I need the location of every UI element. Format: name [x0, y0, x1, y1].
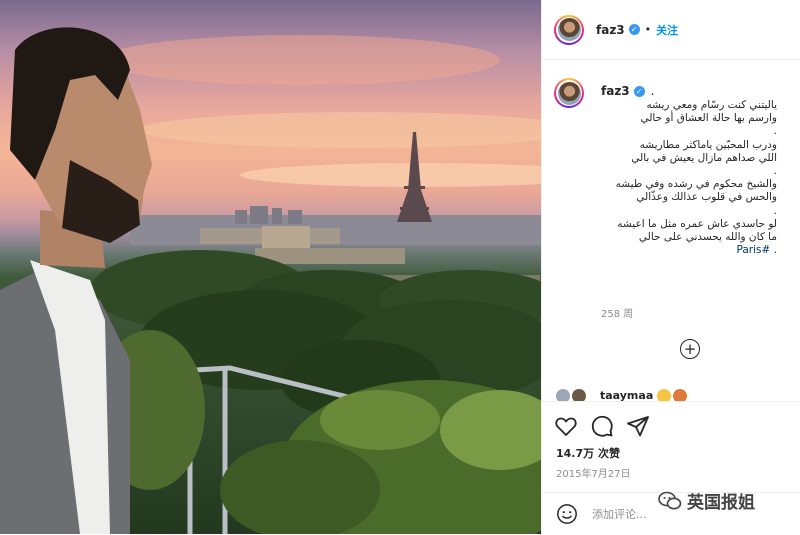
username-link[interactable]: faz3	[596, 23, 625, 37]
caption-text: ياليتني كنت رسّام ومعي ريشه وارسم بها حا…	[587, 99, 777, 257]
wechat-icon	[658, 491, 682, 509]
post-photo[interactable]	[0, 0, 541, 534]
liker-name[interactable]: taaymaa	[600, 389, 653, 401]
caption-body: ياليتني كنت رسّام ومعي ريشه وارسم بها حا…	[615, 99, 777, 257]
liker-preview: taaymaa	[556, 389, 689, 401]
heart-icon[interactable]	[554, 414, 578, 438]
follow-button[interactable]: 关注	[656, 22, 678, 38]
verified-badge-icon: ✓	[628, 24, 640, 35]
post-time-ago: 258 周	[601, 309, 634, 320]
post-side-panel: faz3 ✓ • 关注 faz3 ✓ . ياليتني كنت رسّام و…	[541, 0, 800, 534]
caption-avatar[interactable]	[554, 78, 584, 108]
comment-bar: 英国报姐	[542, 491, 800, 535]
paper-plane-icon[interactable]	[626, 414, 650, 438]
liker-avatar	[556, 389, 570, 401]
paris-sunset-scene	[0, 27, 541, 534]
like-count[interactable]: 14.7万 次赞	[556, 445, 620, 461]
liker-emoji	[673, 389, 688, 401]
verified-badge-icon: ✓	[633, 85, 645, 97]
hashtag-link[interactable]: #Paris	[737, 244, 771, 256]
post-header: faz3 ✓ • 关注	[542, 0, 800, 60]
liker-avatar	[572, 389, 586, 401]
post-date: 2015年7月27日	[556, 469, 631, 480]
watermark: 英国报姐	[658, 488, 755, 513]
watermark-text: 英国报姐	[687, 493, 755, 513]
liker-emoji	[657, 389, 672, 401]
action-bar: 14.7万 次赞 2015年7月27日 英国报姐	[542, 401, 800, 535]
comment-icon[interactable]	[590, 414, 614, 438]
emoji-icon[interactable]	[556, 503, 578, 525]
caption-trail: .	[650, 84, 655, 98]
avatar[interactable]	[554, 14, 584, 45]
caption-block: faz3 ✓ . ياليتني كنت رسّام ومعي ريشه وار…	[542, 72, 800, 322]
plus-circle-icon[interactable]: +	[680, 339, 700, 359]
separator-dot: •	[644, 23, 652, 36]
caption-username-link[interactable]: faz3	[601, 84, 630, 98]
